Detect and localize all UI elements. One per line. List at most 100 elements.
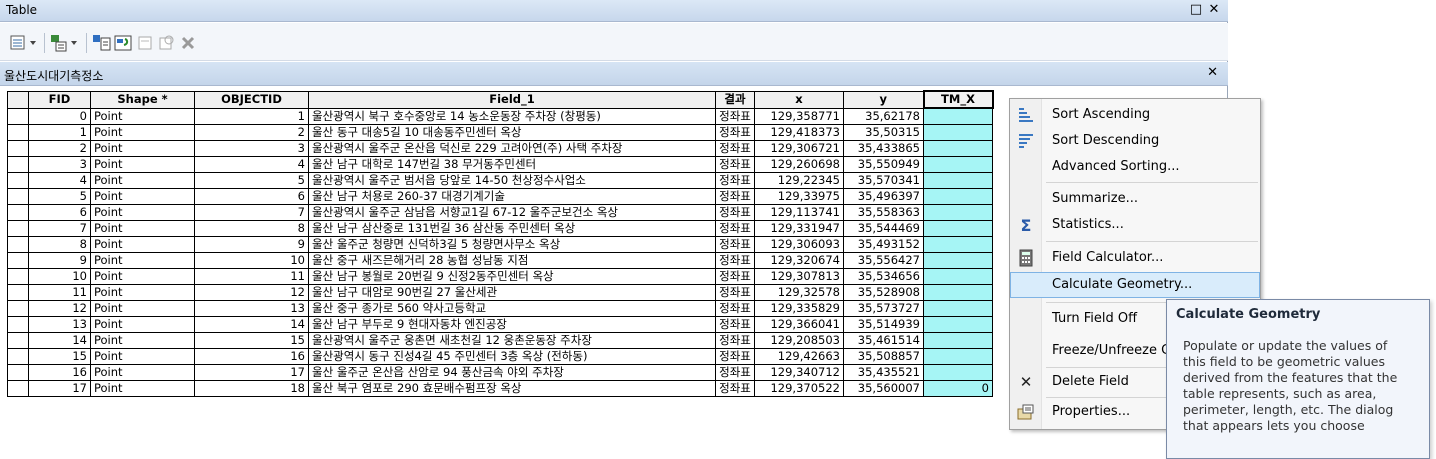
table-cell[interactable]: 울산 남구 삼산중로 131번길 36 삼산동 주민센터 옥상 <box>308 219 716 237</box>
table-cell[interactable] <box>923 363 993 381</box>
table-cell[interactable]: 7 <box>28 219 91 237</box>
row-selector-header[interactable] <box>7 90 29 109</box>
table-cell[interactable]: 울산 남구 대학로 147번길 38 무거동주민센터 <box>308 155 716 173</box>
row-selector[interactable] <box>7 299 29 317</box>
table-cell[interactable]: 정좌표 <box>715 155 755 173</box>
table-cell[interactable]: 35,461514 <box>843 331 924 349</box>
table-cell[interactable] <box>923 267 993 285</box>
table-cell[interactable]: 129,358771 <box>754 107 844 125</box>
table-cell[interactable]: 129,113741 <box>754 203 844 221</box>
table-cell[interactable] <box>923 155 993 173</box>
table-cell[interactable]: 15 <box>28 347 91 365</box>
table-cell[interactable] <box>923 203 993 221</box>
table-cell[interactable]: 정좌표 <box>715 123 755 141</box>
column-header[interactable]: FID <box>28 90 91 109</box>
menu-item-summarize[interactable]: Summarize... <box>1010 186 1260 212</box>
table-cell[interactable]: 129,320674 <box>754 251 844 269</box>
row-selector[interactable] <box>7 315 29 333</box>
table-cell[interactable] <box>923 139 993 157</box>
table-cell[interactable]: 6 <box>28 203 91 221</box>
table-cell[interactable] <box>923 107 993 125</box>
table-cell[interactable]: 10 <box>194 251 309 269</box>
restore-icon[interactable]: □ <box>1188 2 1204 17</box>
table-cell[interactable]: 35,496397 <box>843 187 924 205</box>
table-cell[interactable]: 3 <box>194 139 309 157</box>
table-cell[interactable]: 울산 동구 대송5길 10 대송동주민센터 옥상 <box>308 123 716 141</box>
table-cell[interactable]: 35,493152 <box>843 235 924 253</box>
close-icon[interactable]: ✕ <box>1206 2 1222 17</box>
table-cell[interactable]: Point <box>90 203 195 221</box>
table-cell[interactable]: 0 <box>28 107 91 125</box>
table-cell[interactable]: 0 <box>923 379 993 397</box>
table-cell[interactable]: 울산광역시 북구 호수중앙로 14 농소운동장 주차장 (창평동) <box>308 107 716 125</box>
row-selector[interactable] <box>7 379 29 397</box>
table-cell[interactable]: 12 <box>194 283 309 301</box>
row-selector[interactable] <box>7 235 29 253</box>
table-row[interactable]: 0 Point 1 울산광역시 북구 호수중앙로 14 농소운동장 주차장 (창평동)… <box>7 107 993 125</box>
table-cell[interactable]: 14 <box>194 315 309 333</box>
table-row[interactable]: 14 Point 15 울산광역시 울주군 웅촌면 새초천길 12 웅촌운동장 주차장… <box>7 331 993 349</box>
related-tables-icon[interactable] <box>50 34 82 52</box>
table-cell[interactable]: 6 <box>194 187 309 205</box>
table-cell[interactable]: 129,32578 <box>754 283 844 301</box>
table-cell[interactable]: 8 <box>28 235 91 253</box>
table-cell[interactable]: 정좌표 <box>715 331 755 349</box>
table-cell[interactable]: Point <box>90 235 195 253</box>
table-cell[interactable]: Point <box>90 267 195 285</box>
menu-item-field-calculator[interactable]: Field Calculator... <box>1010 245 1260 271</box>
table-cell[interactable]: 3 <box>28 155 91 173</box>
row-selector[interactable] <box>7 251 29 269</box>
table-cell[interactable]: 정좌표 <box>715 187 755 205</box>
table-cell[interactable]: 16 <box>194 347 309 365</box>
table-cell[interactable]: 129,260698 <box>754 155 844 173</box>
column-header[interactable]: OBJECTID <box>194 90 309 109</box>
table-row[interactable]: 3 Point 4 울산 남구 대학로 147번길 38 무거동주민센터 정좌표 129,… <box>7 155 993 173</box>
table-row[interactable]: 12 Point 13 울산 중구 종가로 560 약사고등학교 정좌표 129,3358… <box>7 299 993 317</box>
table-cell[interactable]: 129,22345 <box>754 171 844 189</box>
table-cell[interactable]: 정좌표 <box>715 267 755 285</box>
row-selector[interactable] <box>7 187 29 205</box>
row-selector[interactable] <box>7 203 29 221</box>
table-cell[interactable]: 35,534656 <box>843 267 924 285</box>
table-cell[interactable]: 울산 북구 염포로 290 효문배수펌프장 옥상 <box>308 379 716 397</box>
table-cell[interactable]: 15 <box>194 331 309 349</box>
table-cell[interactable]: 129,331947 <box>754 219 844 237</box>
zoom-to-selected-icon[interactable] <box>158 34 176 52</box>
table-tab[interactable]: 울산도시대기측정소 <box>4 67 103 84</box>
table-cell[interactable]: Point <box>90 139 195 157</box>
row-selector[interactable] <box>7 347 29 365</box>
table-cell[interactable]: 정좌표 <box>715 379 755 397</box>
table-cell[interactable]: 35,544469 <box>843 219 924 237</box>
column-header[interactable]: Field_1 <box>308 90 716 109</box>
table-cell[interactable]: 울산광역시 울주군 삼남읍 서향교1길 67-12 울주군보건소 옥상 <box>308 203 716 221</box>
table-cell[interactable]: 정좌표 <box>715 299 755 317</box>
table-cell[interactable]: 129,366041 <box>754 315 844 333</box>
table-cell[interactable]: 35,435521 <box>843 363 924 381</box>
table-cell[interactable]: 11 <box>28 283 91 301</box>
table-cell[interactable]: Point <box>90 107 195 125</box>
table-cell[interactable]: 35,556427 <box>843 251 924 269</box>
table-cell[interactable]: 정좌표 <box>715 107 755 125</box>
table-cell[interactable]: 35,550949 <box>843 155 924 173</box>
table-cell[interactable]: 울산광역시 울주군 온산읍 덕신로 229 고려아연(주) 사택 주차장 <box>308 139 716 157</box>
table-cell[interactable]: 울산 중구 종가로 560 약사고등학교 <box>308 299 716 317</box>
table-cell[interactable]: 정좌표 <box>715 251 755 269</box>
table-cell[interactable]: Point <box>90 347 195 365</box>
table-cell[interactable]: 정좌표 <box>715 203 755 221</box>
table-cell[interactable] <box>923 347 993 365</box>
row-selector[interactable] <box>7 123 29 141</box>
table-cell[interactable]: 129,370522 <box>754 379 844 397</box>
table-cell[interactable] <box>923 315 993 333</box>
table-cell[interactable] <box>923 171 993 189</box>
select-by-attributes-icon[interactable] <box>92 34 112 52</box>
table-cell[interactable]: 35,560007 <box>843 379 924 397</box>
table-row[interactable]: 7 Point 8 울산 남구 삼산중로 131번길 36 삼산동 주민센터 옥상 정좌… <box>7 219 993 237</box>
table-cell[interactable] <box>923 219 993 237</box>
table-options-icon[interactable] <box>10 34 40 52</box>
menu-item-calculate-geometry[interactable]: Calculate Geometry... <box>1010 272 1260 298</box>
table-cell[interactable]: 정좌표 <box>715 235 755 253</box>
table-cell[interactable]: 정좌표 <box>715 219 755 237</box>
table-cell[interactable]: 울산광역시 동구 진성4길 45 주민센터 3층 옥상 (전하동) <box>308 347 716 365</box>
table-cell[interactable]: 울산 남구 처용로 260-37 대경기계기술 <box>308 187 716 205</box>
table-cell[interactable]: 129,208503 <box>754 331 844 349</box>
